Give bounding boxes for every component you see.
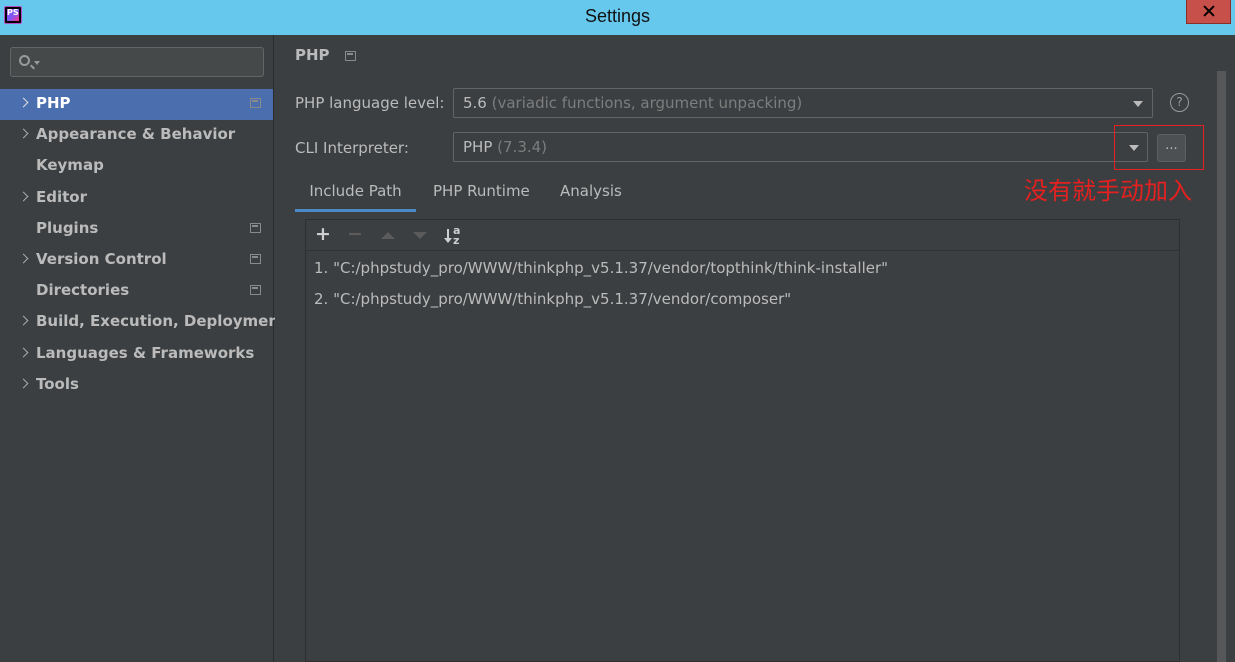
sort-alphabetically-icon[interactable]: a z bbox=[444, 225, 465, 247]
annotation-text: 没有就手动加入 bbox=[1024, 177, 1192, 205]
sidebar-item-appearance-behavior[interactable]: Appearance & Behavior bbox=[0, 120, 273, 151]
move-up-icon[interactable] bbox=[381, 232, 395, 239]
scrollbar-thumb[interactable] bbox=[1217, 71, 1226, 662]
app-icon-text: PS bbox=[7, 8, 19, 17]
cli-interpreter-label: CLI Interpreter: bbox=[295, 139, 409, 157]
settings-tree: PHP Appearance & Behavior Keymap Editor … bbox=[0, 89, 286, 401]
sidebar-item-languages-frameworks[interactable]: Languages & Frameworks bbox=[0, 339, 273, 370]
expand-arrow-icon[interactable] bbox=[18, 97, 29, 108]
sidebar-item-editor[interactable]: Editor bbox=[0, 183, 273, 214]
expand-arrow-icon[interactable] bbox=[18, 191, 29, 202]
settings-search-input[interactable] bbox=[43, 52, 258, 72]
search-icon bbox=[19, 55, 30, 66]
sidebar-item-label: Appearance & Behavior bbox=[36, 125, 236, 144]
project-scope-icon bbox=[250, 285, 261, 296]
sidebar-item-build-execution-deployment[interactable]: Build, Execution, Deployment bbox=[0, 307, 286, 338]
remove-path-button[interactable]: − bbox=[345, 225, 365, 245]
expand-arrow-icon[interactable] bbox=[18, 253, 29, 264]
annotation-highlight-box bbox=[1114, 125, 1204, 170]
expand-arrow-icon[interactable] bbox=[18, 347, 29, 357]
project-scope-icon bbox=[250, 222, 261, 233]
expand-arrow-icon[interactable] bbox=[18, 128, 29, 139]
close-window-button[interactable] bbox=[1186, 0, 1231, 24]
page-title: PHP bbox=[295, 46, 330, 64]
sidebar-item-label: Directories bbox=[36, 281, 130, 300]
cli-interpreter-value: PHP bbox=[463, 138, 493, 156]
sidebar-item-label: Keymap bbox=[36, 156, 104, 175]
move-down-icon[interactable] bbox=[413, 232, 427, 239]
sidebar-item-label: PHP bbox=[36, 94, 71, 112]
sidebar-item-php[interactable]: PHP bbox=[0, 89, 273, 121]
settings-search-box[interactable] bbox=[10, 47, 264, 77]
help-icon[interactable]: ? bbox=[1170, 93, 1189, 112]
tab-php-runtime[interactable]: PHP Runtime bbox=[433, 172, 530, 212]
project-scope-icon bbox=[250, 253, 261, 264]
sidebar-item-tools[interactable]: Tools bbox=[0, 370, 273, 401]
sidebar-item-label: Version Control bbox=[36, 249, 167, 268]
sidebar-item-label: Build, Execution, Deployment bbox=[36, 312, 287, 331]
sidebar-item-label: Plugins bbox=[36, 218, 99, 237]
title-bar: PS Settings bbox=[0, 0, 1235, 35]
chevron-down-icon[interactable] bbox=[1133, 101, 1143, 107]
sidebar-item-plugins[interactable]: Plugins bbox=[0, 214, 273, 245]
include-path-panel: + − a z 1. "C:/phpstudy_pro/WWW/thinkphp… bbox=[305, 219, 1180, 662]
tab-analysis[interactable]: Analysis bbox=[560, 172, 622, 212]
language-level-hint: (variadic functions, argument unpacking) bbox=[491, 94, 803, 112]
settings-sidebar: PHP Appearance & Behavior Keymap Editor … bbox=[0, 35, 286, 662]
cli-interpreter-hint: (7.3.4) bbox=[497, 138, 548, 156]
search-history-dropdown-icon[interactable] bbox=[34, 61, 40, 65]
project-scope-icon bbox=[345, 51, 356, 61]
sidebar-item-label: Languages & Frameworks bbox=[36, 343, 255, 362]
cli-interpreter-combobox[interactable]: PHP (7.3.4) bbox=[453, 132, 1148, 162]
project-scope-icon bbox=[250, 98, 261, 108]
include-path-toolbar: + − a z bbox=[306, 220, 1179, 251]
language-level-value: 5.6 bbox=[463, 94, 487, 112]
sidebar-item-label: Tools bbox=[36, 374, 79, 393]
language-level-combobox[interactable]: 5.6 (variadic functions, argument unpack… bbox=[453, 88, 1153, 118]
list-item[interactable]: 2. "C:/phpstudy_pro/WWW/thinkphp_v5.1.37… bbox=[314, 290, 791, 308]
sidebar-item-keymap[interactable]: Keymap bbox=[0, 151, 273, 182]
sidebar-item-directories[interactable]: Directories bbox=[0, 276, 273, 307]
add-path-button[interactable]: + bbox=[313, 225, 333, 245]
language-level-label: PHP language level: bbox=[295, 94, 445, 112]
expand-arrow-icon[interactable] bbox=[18, 315, 29, 326]
vertical-scrollbar[interactable] bbox=[1215, 35, 1235, 662]
sidebar-item-version-control[interactable]: Version Control bbox=[0, 245, 273, 276]
window-title: Settings bbox=[584, 6, 651, 26]
tab-include-path[interactable]: Include Path bbox=[295, 172, 416, 212]
sidebar-item-label: Editor bbox=[36, 187, 87, 206]
list-item[interactable]: 1. "C:/phpstudy_pro/WWW/thinkphp_v5.1.37… bbox=[314, 259, 888, 277]
expand-arrow-icon[interactable] bbox=[18, 378, 29, 389]
